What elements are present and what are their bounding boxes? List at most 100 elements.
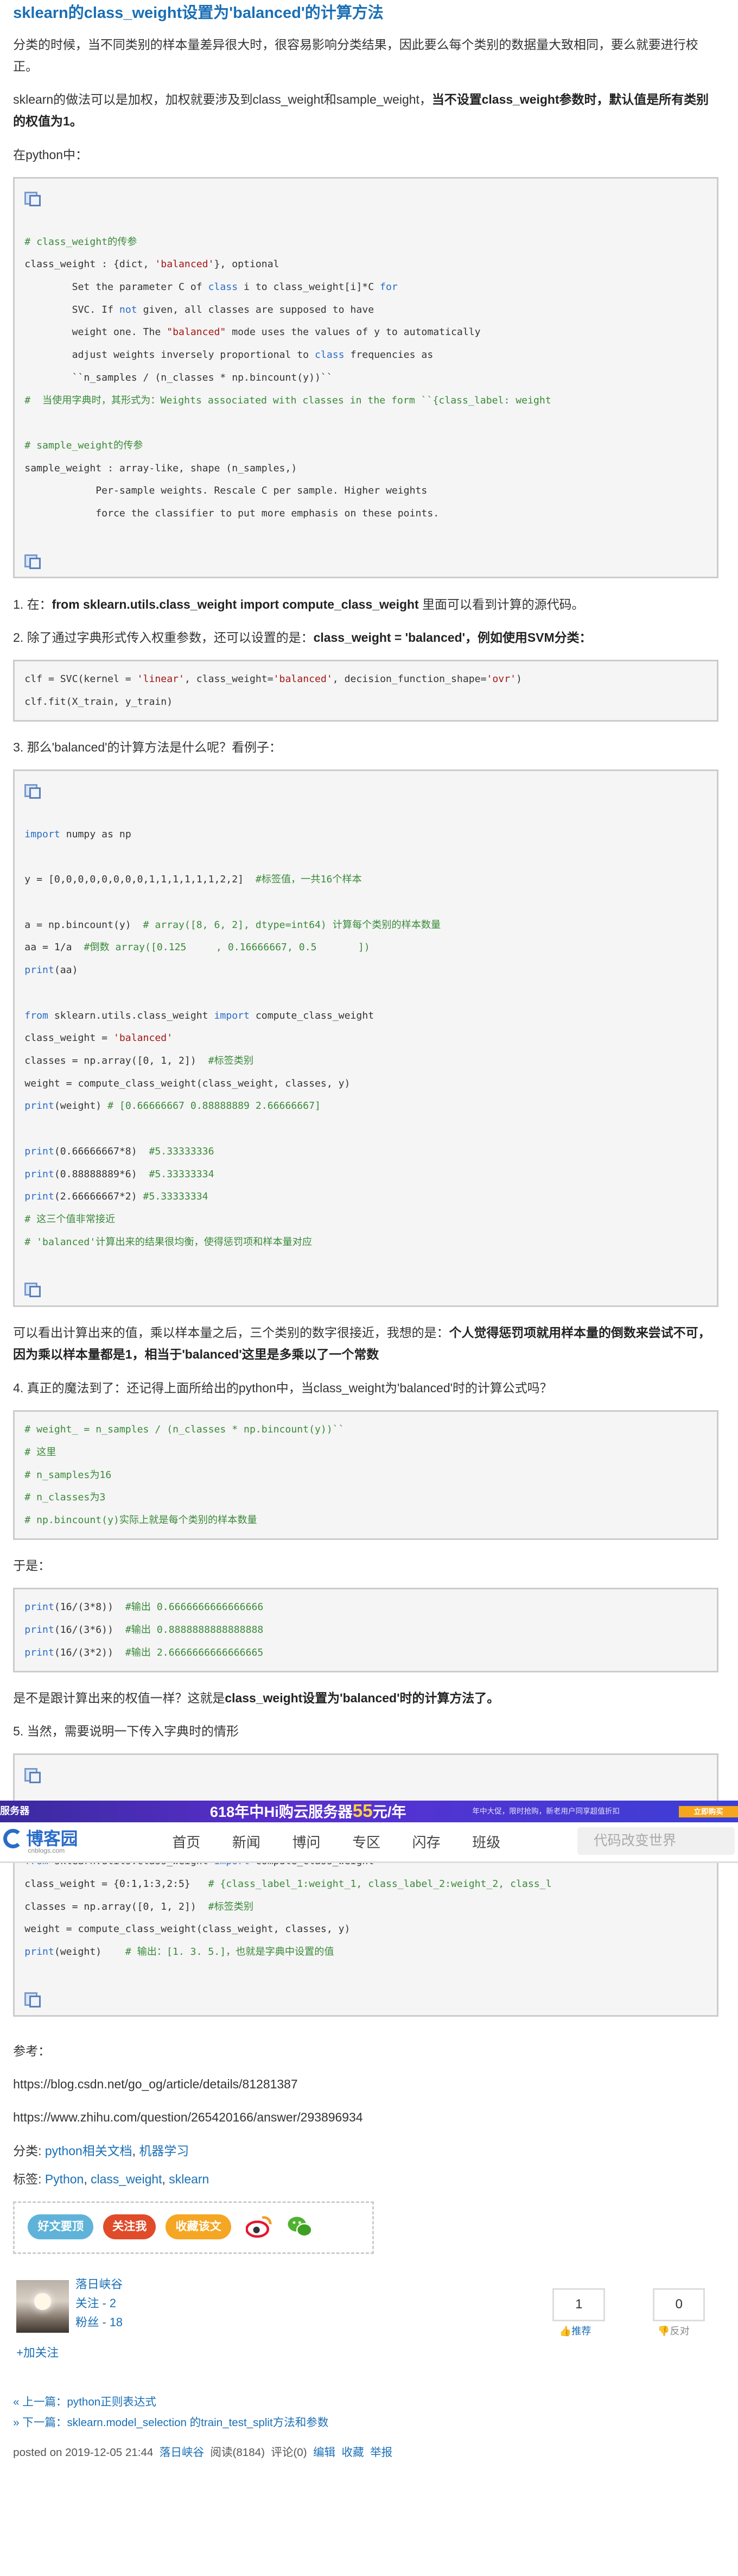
code-token: ``n_samples / (n_classes * np.bincount(y… [24,371,333,383]
ad-buy-button[interactable]: 立即购买 [679,1805,738,1817]
upvote-button[interactable]: 1 [552,2288,606,2321]
code-line: # np.bincount(y)实际上就是每个类别的样本数量 [24,1509,707,1532]
footer-author-link[interactable]: 落日峡谷 [160,2446,204,2459]
code-token: 'balanced' [273,673,333,685]
next-post: » 下一篇：sklearn.model_selection 的train_tes… [13,2413,718,2433]
code-token: numpy as np [60,828,131,840]
category-link-ml[interactable]: 机器学习 [139,2144,189,2158]
prev-post: « 上一篇：python正则表达式 [13,2392,718,2413]
copy-code-icon[interactable] [24,1991,41,2007]
code-line: # sample_weight的传参 [24,434,707,457]
code-token: classes = np.array([0, 1, 2]) [24,1901,208,1912]
downvote-label: 👎反对 [657,2325,690,2337]
code-line: weight = compute_class_weight(class_weig… [24,1072,707,1095]
code-token: given, all classes are supposed to have [137,304,374,315]
code-token: from [24,1009,48,1021]
code-token: (0.66666667*8) [54,1145,149,1157]
copy-code-icon[interactable] [24,190,41,207]
reference-1[interactable]: https://blog.csdn.net/go_og/article/deta… [13,2073,718,2095]
copy-code-icon[interactable] [24,552,41,569]
code-token: class_weight = {0:1,1:3,2:5} [24,1878,208,1890]
code-token: mode uses the values of y to automatical… [226,326,481,338]
code-token: print [24,1145,54,1157]
step-5: 5. 当然，需要说明一下传入字典时的情形 [13,1724,239,1739]
search-input[interactable]: 代码改变世界 [577,1827,735,1855]
article: sklearn的class_weight设置为'balanced'的计算方法 分… [0,0,738,2463]
upvote-label: 👍推荐 [559,2325,591,2337]
author-fans-link[interactable]: 粉丝 - 18 [75,2315,123,2329]
code-line: clf = SVC(kernel = 'linear', class_weigh… [24,668,707,691]
downvote-count: 0 [675,2297,683,2312]
code-token: #标签值，一共16个样本 [255,874,362,886]
code-line: weight one. The "balanced" mode uses the… [24,321,707,344]
copy-code-icon[interactable] [24,1281,41,1298]
comment-count: 评论(0) [271,2446,307,2459]
code-line: print(16/(3*6)) #输出 0.8888888888888888 [24,1619,707,1641]
author-name-link[interactable]: 落日峡谷 [75,2277,123,2291]
edit-link[interactable]: 编辑 [313,2446,335,2459]
code-token: # n_classes为3 [24,1492,106,1504]
add-follow-link[interactable]: +加关注 [16,2343,59,2363]
code-line: # n_classes为3 [24,1486,707,1509]
post-title[interactable]: sklearn的class_weight设置为'balanced'的计算方法 [13,0,718,26]
code-token: # np.bincount(y)实际上就是每个类别的样本数量 [24,1514,257,1526]
code-token: weight one. The [24,326,167,338]
conclusion-bold: class_weight设置为'balanced'时的计算方法了。 [225,1690,500,1705]
wechat-icon[interactable] [287,2214,313,2239]
category-link-python[interactable]: python相关文档 [45,2144,132,2158]
code-token: # n_samples为16 [24,1469,112,1481]
code-token: print [24,1100,54,1112]
step-4: 4. 真正的魔法到了：还记得上面所给出的python中，当class_weigh… [13,1380,552,1395]
copy-code-icon[interactable] [24,782,41,799]
author-avatar[interactable] [16,2280,69,2333]
nav-item-zones[interactable]: 专区 [352,1834,380,1851]
code-line: ``n_samples / (n_classes * np.bincount(y… [24,367,707,389]
code-line [24,1986,707,2009]
code-token: print [24,1601,54,1613]
tag-link-sklearn[interactable]: sklearn [169,2172,209,2186]
code-token: # {class_label_1:weight_1, class_label_2… [208,1878,552,1890]
nav-item-questions[interactable]: 博问 [292,1834,320,1851]
post-title-link[interactable]: sklearn的class_weight设置为'balanced'的计算方法 [13,4,384,22]
nav-item-flash[interactable]: 闪存 [412,1834,441,1851]
code-line: class_weight : {dict, 'balanced'}, optio… [24,253,707,276]
code-token: #输出 0.8888888888888888 [125,1624,264,1636]
step-1: 1. 在：from sklearn.utils.class_weight imp… [13,594,718,615]
code-line: classes = np.array([0, 1, 2]) #标签类别 [24,1050,707,1072]
nav-item-home[interactable]: 首页 [172,1834,200,1851]
copy-code-icon[interactable] [24,1766,41,1783]
report-link[interactable]: 举报 [370,2446,392,2459]
code-line: aa = 1/a #倒数 array([0.125 , 0.16666667, … [24,936,707,959]
tag-link-python[interactable]: Python [45,2172,84,2186]
intro-paragraph-1: 分类的时候，当不同类别的样本量差异很大时，很容易影响分类结果，因此要么每个类别的… [13,37,698,73]
code-token: class [315,349,345,361]
code-line [24,778,707,800]
upvote-text: 推荐 [571,2325,591,2337]
code-token: (16/(3*2)) [54,1646,125,1658]
downvote-button[interactable]: 0 [652,2288,705,2321]
nav-menu: 首页 新闻 博问 专区 闪存 班级 [172,1830,528,1855]
code-line: import numpy as np [24,823,707,846]
digg-button[interactable]: 好文要顶 [28,2214,94,2239]
code-token: Set the parameter C of [24,281,208,293]
code-token: #倒数 array([0.125 , 0.16666667, 0.5 ]) [84,942,370,954]
nav-item-class[interactable]: 班级 [472,1834,500,1851]
favorite-link[interactable]: 收藏 [342,2446,364,2459]
next-post-link[interactable]: sklearn.model_selection 的train_test_spli… [67,2416,329,2429]
prev-post-link[interactable]: python正则表达式 [67,2396,156,2408]
nav-item-news[interactable]: 新闻 [232,1834,260,1851]
author-following-link[interactable]: 关注 - 2 [75,2296,116,2310]
tag-link-class-weight[interactable]: class_weight [91,2172,162,2186]
logo-icon [3,1828,23,1849]
follow-me-button[interactable]: 关注我 [103,2214,156,2239]
code-token: (weight) [54,1100,108,1112]
code-token: class_weight : {dict, [24,258,155,270]
favorite-button[interactable]: 收藏该文 [166,2214,232,2239]
weibo-icon[interactable] [246,2214,272,2239]
reference-2[interactable]: https://www.zhihu.com/question/265420166… [13,2106,718,2128]
code-token: #5.33333334 [143,1191,208,1203]
ad-banner[interactable]: 服务器 618年中Hi购云服务器55元/年 年中大促，限时抢购，新老用户同享超值… [0,1801,738,1822]
